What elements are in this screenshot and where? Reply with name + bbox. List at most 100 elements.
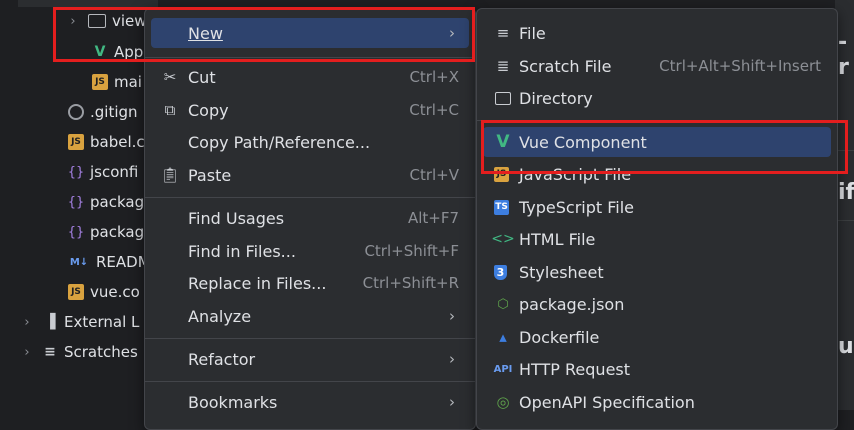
submenu-item-http-request[interactable]: API HTTP Request (483, 354, 831, 384)
tree-item-main[interactable]: JS mai (92, 68, 142, 96)
menu-item-shortcut: Alt+F7 (407, 209, 459, 227)
scissors-icon: ✂ (163, 68, 177, 86)
chevron-right-icon[interactable]: › (66, 14, 80, 29)
submenu-item-directory[interactable]: Directory (483, 83, 831, 113)
tree-item-scratches[interactable]: › ≡ Scratches (20, 338, 137, 366)
project-tree: › view V App JS mai .gitign JS babel.c {… (0, 0, 160, 410)
ignore-icon (68, 104, 84, 120)
menu-item-label: Stylesheet (519, 262, 604, 282)
menu-item-label: HTML File (519, 229, 596, 249)
menu-item-label: Refactor (188, 349, 256, 369)
editor-text-fragment: ur (838, 334, 854, 359)
chevron-right-icon: › (449, 307, 455, 325)
menu-item-label: Find Usages (188, 208, 285, 228)
submenu-item-dockerfile[interactable]: ▴ Dockerfile (483, 322, 831, 352)
tree-item-label: mai (114, 73, 142, 91)
menu-item-shortcut: Ctrl+V (409, 166, 459, 184)
tree-item-label: External L (64, 313, 140, 331)
menu-item-find-in-files[interactable]: Find in Files... Ctrl+Shift+F (151, 236, 469, 266)
submenu-item-openapi-specification[interactable]: ◎ OpenAPI Specification (483, 387, 831, 417)
menu-separator (145, 338, 475, 339)
menu-item-label: Cut (188, 67, 216, 87)
tree-item-gitignore[interactable]: .gitign (68, 98, 138, 126)
copy-icon: ⧉ (164, 101, 176, 119)
menu-item-label: Vue Component (519, 132, 647, 152)
tree-item-babel[interactable]: JS babel.c (68, 128, 145, 156)
menu-item-label: Scratch File (519, 56, 612, 76)
menu-item-bookmarks[interactable]: Bookmarks › (151, 387, 469, 417)
menu-item-label: package.json (519, 294, 625, 314)
scratch-file-icon: ≣ (496, 57, 510, 75)
menu-item-label: Copy (188, 100, 229, 120)
html-icon: <> (491, 231, 515, 247)
json-icon: {} (67, 164, 85, 180)
tree-item-label: READM (96, 253, 151, 271)
tree-item-app[interactable]: V App (92, 38, 144, 66)
typescript-icon: TS (494, 199, 509, 215)
menu-item-label: Directory (519, 88, 593, 108)
menu-item-cut[interactable]: ✂ Cut Ctrl+X (151, 62, 469, 92)
vue-icon: V (94, 44, 106, 60)
clipboard-icon: 📋︎ (160, 166, 180, 184)
css-icon: 3 (494, 264, 507, 280)
submenu-item-stylesheet[interactable]: 3 Stylesheet (483, 257, 831, 287)
tree-item-label: babel.c (90, 133, 145, 151)
chevron-right-icon[interactable]: › (20, 315, 34, 330)
chevron-right-icon: › (449, 24, 455, 42)
menu-separator (477, 120, 837, 121)
json-icon: {} (67, 194, 85, 210)
tree-item-label: App (114, 43, 144, 61)
folder-icon (494, 89, 512, 107)
menu-item-shortcut: Ctrl+Alt+Shift+Insert (659, 57, 821, 75)
tree-item-jsconfig[interactable]: {} jsconfi (67, 158, 139, 186)
tree-item-label: vue.co (90, 283, 140, 301)
folder-icon (88, 14, 106, 28)
tree-item-label: packag (90, 223, 145, 241)
menu-item-label: Dockerfile (519, 327, 600, 347)
menu-item-label: OpenAPI Specification (519, 392, 695, 412)
vue-icon: V (496, 132, 510, 152)
submenu-item-html-file[interactable]: <> HTML File (483, 224, 831, 254)
menu-item-label: Analyze (188, 306, 252, 326)
menu-item-analyze[interactable]: Analyze › (151, 301, 469, 331)
submenu-item-scratch-file[interactable]: ≣ Scratch File Ctrl+Alt+Shift+Insert (483, 51, 831, 81)
tree-item-package[interactable]: {} packag (68, 188, 144, 216)
tree-item-view-folder[interactable]: › view (66, 7, 147, 35)
menu-item-new[interactable]: New › (151, 18, 469, 48)
menu-item-label: Copy Path/Reference... (188, 132, 371, 152)
menu-item-shortcut: Ctrl+Shift+R (362, 274, 459, 292)
menu-item-label: HTTP Request (519, 359, 631, 379)
tree-item-label: view (112, 12, 147, 30)
menu-item-label: Replace in Files... (188, 273, 327, 293)
editor-text-fragment: -r (838, 30, 849, 80)
chevron-right-icon: › (449, 350, 455, 368)
submenu-item-vue-component[interactable]: V Vue Component (483, 127, 831, 157)
js-icon: JS (92, 74, 108, 90)
menu-item-label: Paste (188, 165, 232, 185)
submenu-item-file[interactable]: ≡ File (483, 18, 831, 48)
tree-item-vue-config[interactable]: JS vue.co (68, 278, 140, 306)
tree-item-external-libraries[interactable]: › ▐ External L (20, 308, 139, 336)
chevron-right-icon: › (449, 393, 455, 411)
js-icon: JS (68, 134, 84, 150)
submenu-item-typescript-file[interactable]: TS TypeScript File (483, 192, 831, 222)
menu-item-replace-in-files[interactable]: Replace in Files... Ctrl+Shift+R (151, 268, 469, 298)
submenu-item-javascript-file[interactable]: JS JavaScript File (483, 159, 831, 189)
chevron-right-icon[interactable]: › (20, 345, 34, 360)
tree-item-readme[interactable]: M↓ READM (68, 248, 151, 276)
file-lines-icon: ≡ (496, 24, 510, 42)
tree-item-package-lock[interactable]: {} packag (68, 218, 144, 246)
submenu-item-package-json[interactable]: ⬡ package.json (483, 289, 831, 319)
menu-item-label: New (188, 23, 223, 43)
tree-selection-strip (18, 0, 158, 7)
json-icon: {} (67, 224, 85, 240)
nodejs-icon: ⬡ (497, 296, 509, 312)
menu-item-refactor[interactable]: Refactor › (151, 344, 469, 374)
menu-item-label: Find in Files... (188, 241, 296, 261)
menu-item-copy[interactable]: ⧉ Copy Ctrl+C (151, 95, 469, 125)
menu-item-find-usages[interactable]: Find Usages Alt+F7 (151, 203, 469, 233)
menu-item-label: TypeScript File (519, 197, 635, 217)
menu-item-paste[interactable]: 📋︎ Paste Ctrl+V (151, 160, 469, 190)
menu-item-shortcut: Ctrl+X (409, 68, 459, 86)
menu-item-copy-path[interactable]: Copy Path/Reference... (151, 127, 469, 157)
